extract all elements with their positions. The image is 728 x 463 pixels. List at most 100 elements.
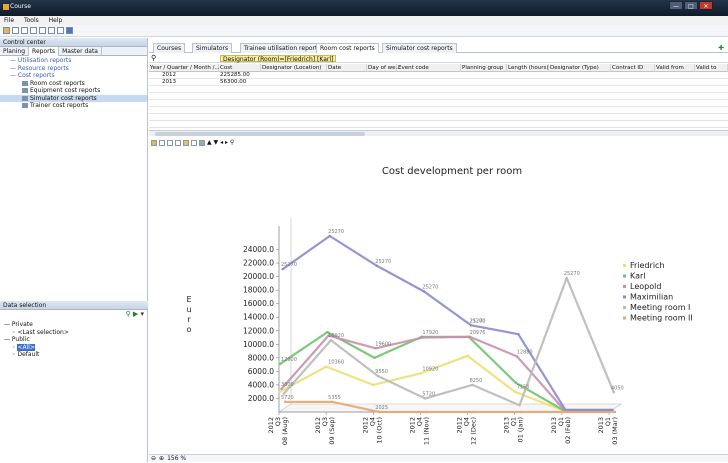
y-tick-label: 18000.0 bbox=[243, 286, 274, 295]
legend-label: Maximilian bbox=[630, 293, 673, 302]
minimize-button[interactable]: — bbox=[669, 1, 683, 10]
table-row[interactable]: 2012 225285.00 bbox=[149, 72, 728, 79]
ds-label: <Last selection> bbox=[17, 328, 69, 336]
data-label: 17920 bbox=[422, 330, 438, 336]
tree-resource-reports[interactable]: — Resource reports bbox=[0, 65, 147, 73]
tree-equipment-cost-reports[interactable]: Equipment cost reports bbox=[0, 87, 147, 95]
bar-chart-icon[interactable] bbox=[151, 139, 157, 146]
col-header[interactable]: Designator (Location) bbox=[261, 64, 327, 72]
ds-label: <All> bbox=[17, 343, 35, 351]
table-icon[interactable] bbox=[167, 139, 173, 146]
col-header[interactable]: Planning group bbox=[461, 64, 507, 72]
pie-chart-icon[interactable] bbox=[183, 139, 189, 146]
cost-chart: Cost development per room 24000.0 22000.0 2… bbox=[186, 166, 693, 445]
filter-icon[interactable]: ⚲ bbox=[125, 310, 130, 318]
tree-cost-reports[interactable]: — Cost reports bbox=[0, 72, 147, 80]
tab-reports[interactable]: Reports bbox=[29, 47, 60, 56]
percent-icon[interactable] bbox=[191, 139, 197, 146]
tree-utilisation-reports[interactable]: — Utilisation reports bbox=[0, 57, 147, 65]
left-tabs: Planing Reports Master data bbox=[0, 47, 147, 56]
ds-all[interactable]: ◦ <All> bbox=[0, 343, 148, 352]
data-point bbox=[330, 400, 334, 404]
new-icon[interactable] bbox=[21, 27, 28, 34]
line-chart-icon[interactable] bbox=[159, 139, 165, 146]
main-toolbar bbox=[0, 25, 728, 37]
x-tick-label: 01 (Jan) bbox=[517, 417, 525, 442]
chart-icon[interactable] bbox=[66, 27, 73, 34]
tab-simulators[interactable]: Simulators bbox=[192, 43, 233, 53]
ds-public[interactable]: — Public bbox=[0, 336, 148, 344]
col-header[interactable]: Contract ID bbox=[611, 64, 655, 72]
ds-default[interactable]: ◦ Default bbox=[0, 351, 148, 359]
col-header[interactable]: Length (hours) bbox=[507, 64, 549, 72]
col-header[interactable]: Valid from bbox=[655, 64, 695, 72]
scroll-thumb[interactable] bbox=[155, 132, 365, 136]
ds-label: Public bbox=[11, 336, 30, 343]
data-point bbox=[425, 410, 428, 414]
run-icon[interactable]: ▶ bbox=[133, 310, 138, 318]
col-header[interactable]: Cost bbox=[219, 64, 261, 72]
search-icon[interactable]: ⚲ bbox=[151, 54, 156, 62]
tree-simulator-cost-reports[interactable]: Simulator cost reports bbox=[0, 94, 147, 102]
add-icon[interactable]: ✚ bbox=[718, 44, 724, 52]
folder-icon[interactable] bbox=[3, 27, 10, 34]
document-tabs: Courses Simulators Trainee utilisation r… bbox=[149, 43, 728, 53]
grid-header: Year / Quarter / Month /... Cost Designa… bbox=[149, 64, 728, 72]
settings-icon[interactable] bbox=[57, 27, 64, 34]
col-header[interactable]: Valid to bbox=[695, 64, 728, 72]
tree-room-cost-reports[interactable]: Room cost reports bbox=[0, 80, 147, 88]
data-point bbox=[566, 410, 570, 414]
tab-planing[interactable]: Planing bbox=[0, 47, 30, 56]
data-point bbox=[564, 408, 567, 412]
print-icon[interactable] bbox=[30, 27, 37, 34]
data-point bbox=[515, 355, 519, 358]
ds-last-selection[interactable]: ◦ <Last selection> bbox=[0, 329, 148, 337]
col-header[interactable]: Date bbox=[327, 64, 367, 72]
designator-filter[interactable]: Designator (Room)=[Friedrich] [Karl] bbox=[220, 55, 337, 63]
col-header[interactable]: Designator (Type) bbox=[549, 64, 611, 72]
data-label: 5355 bbox=[328, 395, 341, 401]
col-header[interactable]: Year / Quarter / Month /... bbox=[149, 64, 220, 72]
tree-trainer-cost-reports[interactable]: Trainer cost reports bbox=[0, 102, 147, 110]
data-point bbox=[469, 324, 473, 327]
3d-icon[interactable] bbox=[199, 139, 205, 146]
grid-scrollbar[interactable] bbox=[149, 130, 728, 136]
tab-master-data[interactable]: Master data bbox=[59, 47, 102, 56]
save-icon[interactable] bbox=[175, 139, 181, 146]
menu-file[interactable]: File bbox=[4, 17, 14, 24]
legend-label: Karl bbox=[630, 272, 646, 281]
save-icon[interactable] bbox=[39, 27, 46, 34]
title-bar: Course — □ ✕ bbox=[0, 0, 728, 16]
open-icon[interactable] bbox=[12, 27, 19, 34]
data-label: 25270 bbox=[375, 259, 391, 265]
table-row[interactable]: 2013 56300.00 bbox=[149, 79, 728, 86]
tab-simulator-cost-reports[interactable]: Simulator cost reports bbox=[382, 43, 457, 53]
table-row bbox=[149, 114, 728, 121]
close-button[interactable]: ✕ bbox=[699, 1, 713, 10]
left-panel: Control center Planing Reports Master data… bbox=[0, 38, 148, 462]
tab-courses[interactable]: Courses bbox=[153, 43, 186, 53]
y-tick-label: 22000.0 bbox=[243, 259, 274, 268]
col-header[interactable]: Day of we... bbox=[367, 64, 401, 72]
tab-trainee-utilisation-reports[interactable]: Trainee utilisation reports bbox=[240, 43, 325, 53]
magnify-icon[interactable]: ⚲ bbox=[230, 139, 234, 146]
tree-label: Equipment cost reports bbox=[30, 87, 101, 94]
data-point bbox=[565, 276, 568, 280]
data-point bbox=[612, 391, 615, 394]
col-header[interactable]: Event code bbox=[397, 64, 461, 72]
menu-help[interactable]: Help bbox=[49, 17, 63, 24]
maximize-button[interactable]: □ bbox=[684, 1, 698, 10]
tab-room-cost-reports[interactable]: Room cost reports bbox=[316, 43, 379, 53]
data-point bbox=[424, 397, 427, 400]
menu-tools[interactable]: Tools bbox=[24, 17, 39, 24]
legend-label: Meeting room II bbox=[630, 314, 693, 323]
data-point bbox=[519, 410, 522, 414]
ds-label: Private bbox=[11, 321, 33, 328]
ds-private[interactable]: — Private bbox=[0, 321, 148, 329]
legend-label: Friedrich bbox=[630, 261, 665, 270]
cell-cost: 56300.00 bbox=[220, 79, 247, 85]
export-icon[interactable] bbox=[48, 27, 55, 34]
chevron-down-icon[interactable]: ▾ bbox=[140, 310, 144, 318]
ds-label: Default bbox=[17, 351, 40, 358]
y-axis-label-letter: E bbox=[186, 295, 191, 304]
